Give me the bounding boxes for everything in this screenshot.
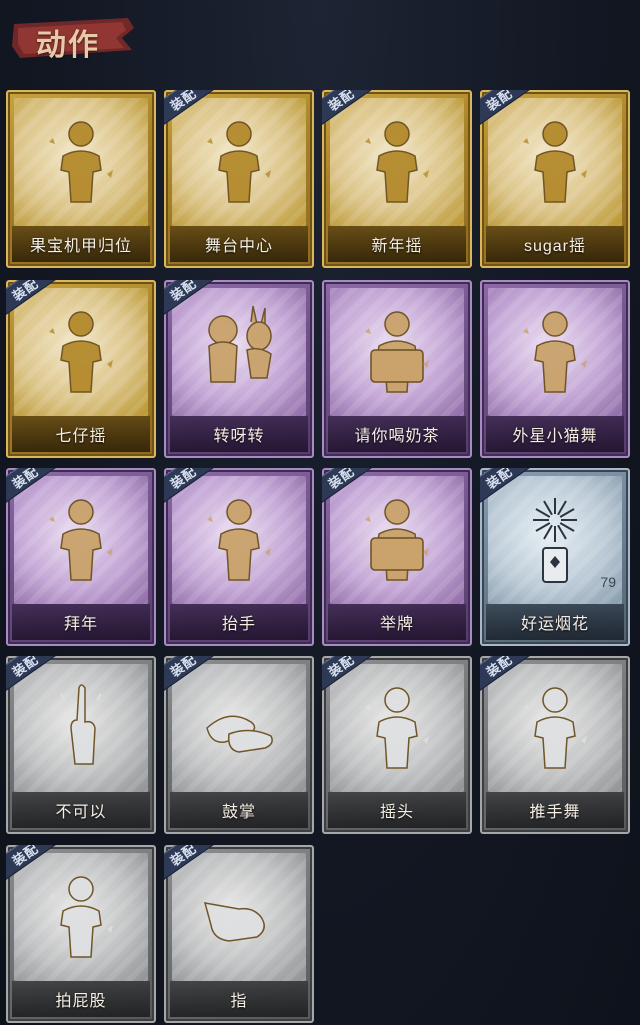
card-label: 好运烟花 — [486, 604, 624, 640]
card-label: 舞台中心 — [170, 226, 308, 262]
action-card[interactable]: 装配 sugar摇 — [480, 90, 630, 268]
card-label: 举牌 — [328, 604, 466, 640]
pointing-hand-icon — [199, 867, 279, 963]
action-card[interactable]: 装配指 — [164, 845, 314, 1023]
card-label: 新年摇 — [328, 226, 466, 262]
clapping-hands-icon — [199, 678, 279, 774]
card-label: 果宝机甲归位 — [12, 226, 150, 262]
figure-raise-hand-icon — [199, 490, 279, 586]
card-label: 鼓掌 — [170, 792, 308, 828]
action-card[interactable]: 装配 新年摇 — [322, 90, 472, 268]
action-card[interactable]: 果宝机甲归位 — [6, 90, 156, 268]
action-card[interactable]: 装配 七仔摇 — [6, 280, 156, 458]
action-card[interactable]: 外星小猫舞 — [480, 280, 630, 458]
girl-with-rabbit-icon — [199, 302, 279, 398]
action-card[interactable]: 装配 摇头 — [322, 656, 472, 834]
item-count: 79 — [600, 574, 616, 590]
figure-pose-icon — [515, 302, 595, 398]
figure-groove-icon — [515, 112, 595, 208]
card-label: 指 — [170, 981, 308, 1017]
figure-sing-icon — [199, 112, 279, 208]
action-card[interactable]: 装配 鼓掌 — [164, 656, 314, 834]
figure-pat-icon — [41, 867, 121, 963]
action-card[interactable]: 装配 抬手 — [164, 468, 314, 646]
action-card[interactable]: 装配 拜年 — [6, 468, 156, 646]
card-label: 抬手 — [170, 604, 308, 640]
finger-wag-icon — [41, 678, 121, 774]
action-card[interactable]: 请你喝奶茶 — [322, 280, 472, 458]
action-card[interactable]: 装配 推手舞 — [480, 656, 630, 834]
card-label: 请你喝奶茶 — [328, 416, 466, 452]
figure-push-dance-icon — [515, 678, 595, 774]
figure-greeting-icon — [41, 490, 121, 586]
card-label: 外星小猫舞 — [486, 416, 624, 452]
action-card[interactable]: 装配 举牌 — [322, 468, 472, 646]
card-label: 拜年 — [12, 604, 150, 640]
card-label: 推手舞 — [486, 792, 624, 828]
firework-icon — [515, 490, 595, 586]
header: 动作 — [0, 0, 640, 80]
card-label: 转呀转 — [170, 416, 308, 452]
card-label: 拍屁股 — [12, 981, 150, 1017]
figure-shake-icon — [41, 302, 121, 398]
figure-dance-icon — [41, 112, 121, 208]
action-card[interactable]: 装配 舞台中心 — [164, 90, 314, 268]
action-grid: 果宝机甲归位 装配 舞台中心 装配 新年摇 装配 sugar摇装配 七仔摇 装配 转呀转 请你喝奶茶… — [0, 90, 640, 1025]
page-title: 动作 — [36, 28, 100, 63]
figure-sway-icon — [357, 112, 437, 208]
card-label: sugar摇 — [486, 226, 624, 262]
action-card[interactable]: 装配 79 好运烟花 — [480, 468, 630, 646]
card-label: 摇头 — [328, 792, 466, 828]
action-card[interactable]: 装配 拍屁股 — [6, 845, 156, 1023]
figure-head-shake-icon — [357, 678, 437, 774]
figure-holding-sign-icon — [357, 302, 437, 398]
action-card[interactable]: 装配 不可以 — [6, 656, 156, 834]
card-label: 不可以 — [12, 792, 150, 828]
figure-hold-board-icon — [357, 490, 437, 586]
card-label: 七仔摇 — [12, 416, 150, 452]
action-card[interactable]: 装配 转呀转 — [164, 280, 314, 458]
